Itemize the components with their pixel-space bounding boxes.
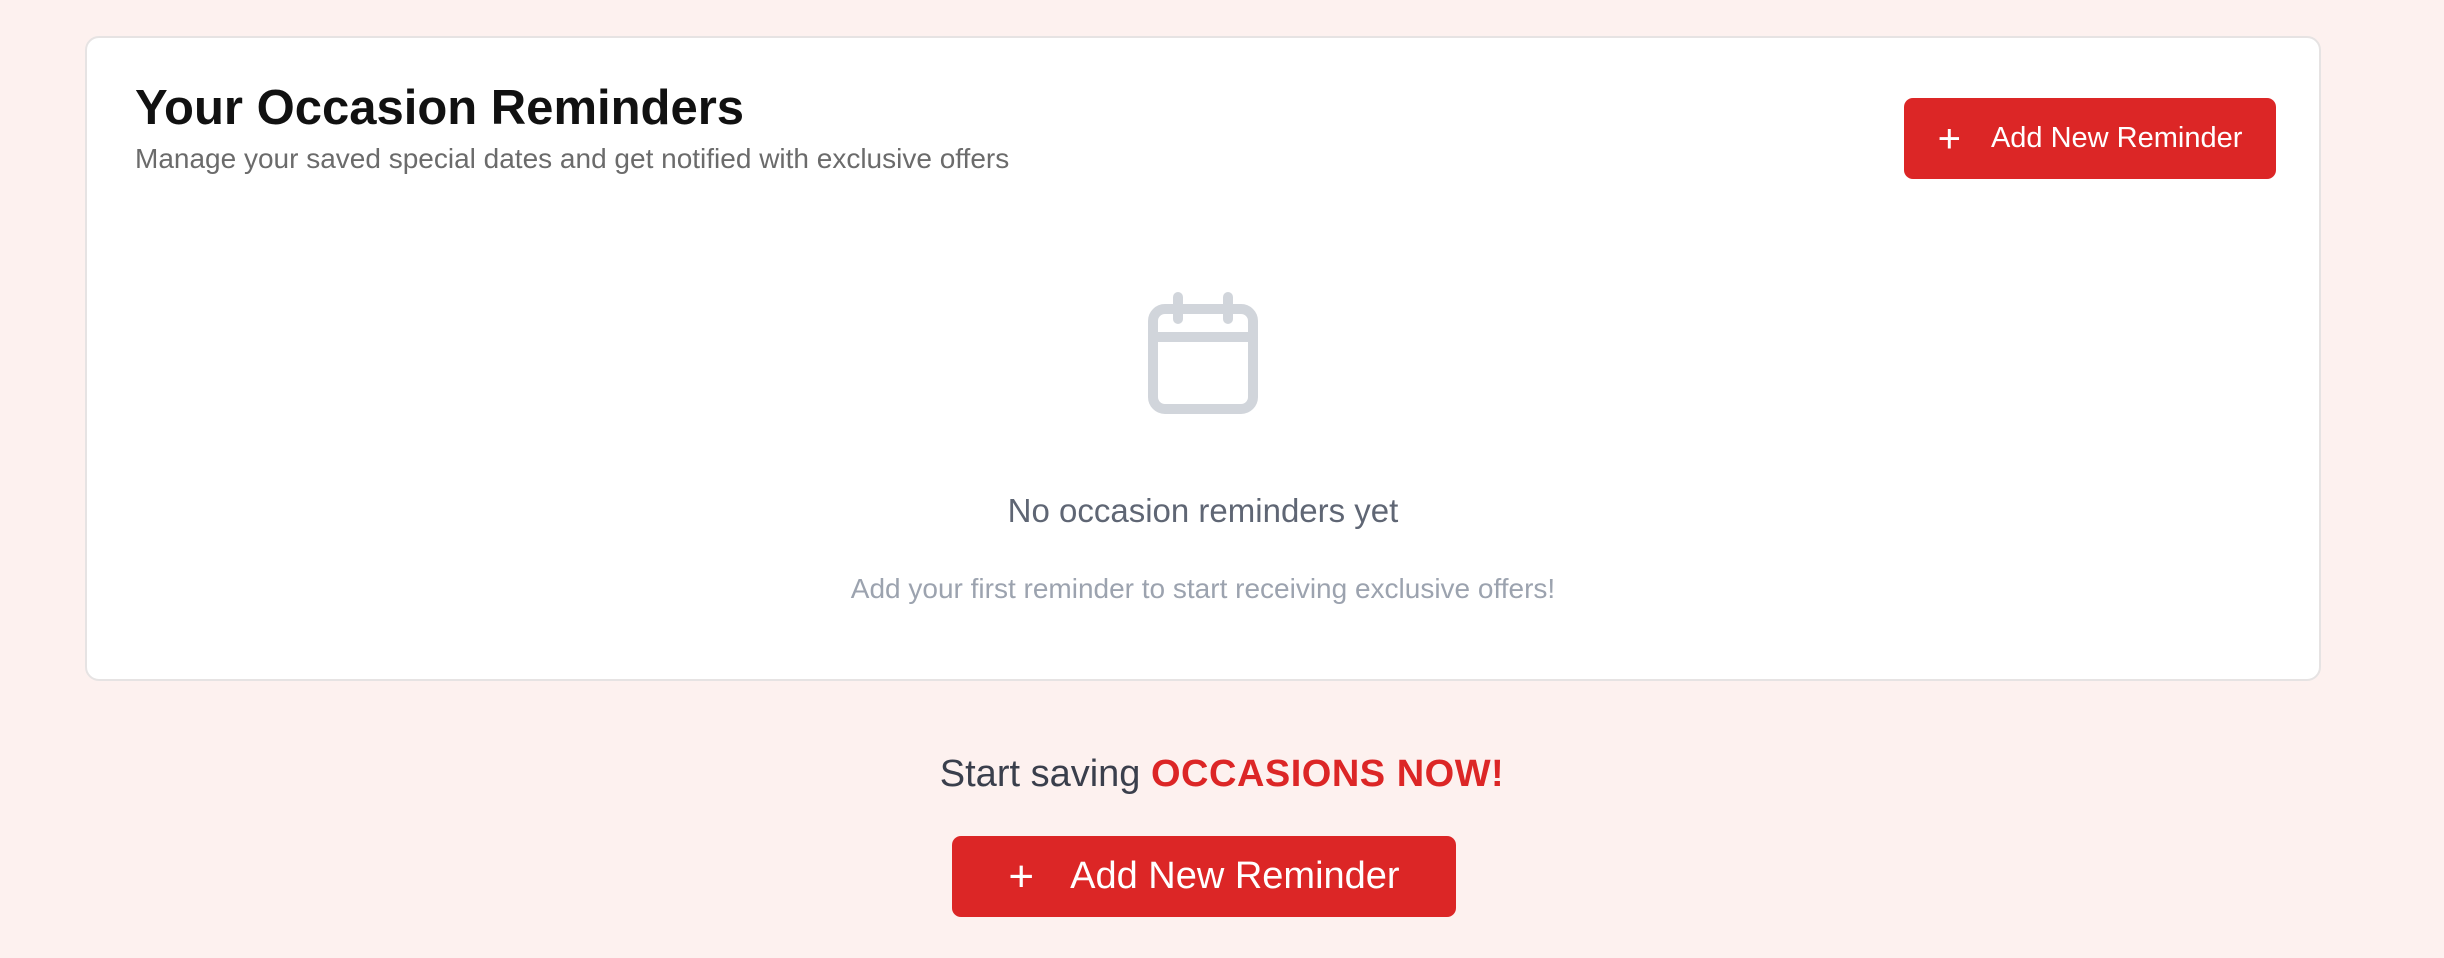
calendar-icon bbox=[1148, 292, 1258, 414]
empty-state-description: Add your first reminder to start receivi… bbox=[850, 573, 1556, 604]
add-new-reminder-cta-button[interactable]: + Add New Reminder bbox=[952, 836, 1456, 917]
page-subtitle: Manage your saved special dates and get … bbox=[135, 143, 1010, 174]
cta-text: Start saving OCCASIONS NOW! bbox=[0, 753, 2444, 796]
add-new-reminder-cta-label: Add New Reminder bbox=[1070, 855, 1400, 897]
cta-prefix: Start saving bbox=[939, 753, 1141, 795]
page-title: Your Occasion Reminders bbox=[135, 81, 745, 135]
reminders-card: Your Occasion Reminders Manage your save… bbox=[85, 36, 2321, 681]
add-new-reminder-button[interactable]: + Add New Reminder bbox=[1904, 98, 2276, 179]
plus-icon: + bbox=[1008, 851, 1035, 901]
empty-state-title: No occasion reminders yet bbox=[1007, 492, 1399, 529]
empty-state: No occasion reminders yet Add your first… bbox=[87, 292, 2319, 604]
cta-highlight: OCCASIONS NOW! bbox=[1151, 753, 1505, 795]
add-new-reminder-label: Add New Reminder bbox=[1990, 122, 2243, 154]
plus-icon: + bbox=[1937, 116, 1961, 161]
